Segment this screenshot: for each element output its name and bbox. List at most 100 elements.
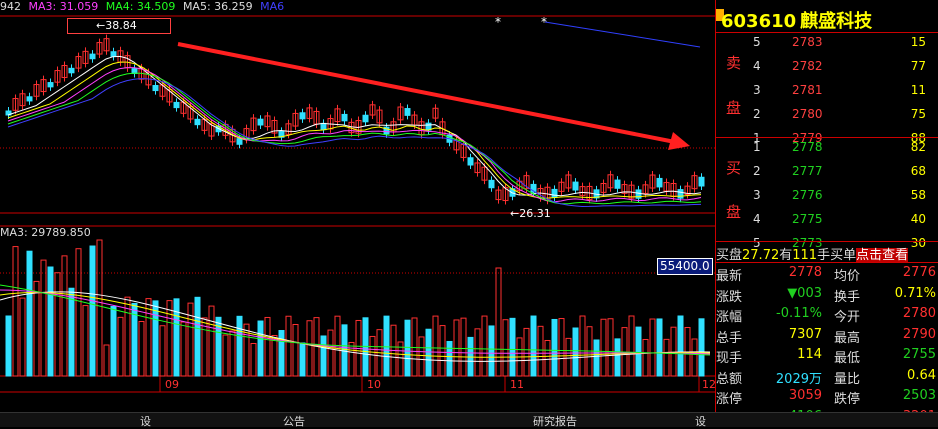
kline-chart[interactable]: * * 942 MA3: 31.059 MA4: 34.509 MA5: 36.2… <box>0 0 716 426</box>
order-price: 2781 <box>792 83 823 97</box>
candle-body <box>656 177 663 188</box>
order-price: 2783 <box>792 35 823 49</box>
candle-body <box>677 189 684 199</box>
ma-indicator-line: 942 MA3: 31.059 MA4: 34.509 MA5: 36.259 … <box>0 0 288 16</box>
high-value: 2790 <box>902 326 936 342</box>
sell-order-row[interactable]: 3 2781 11 <box>716 79 938 102</box>
order-volume: 77 <box>910 59 926 73</box>
chart-canvas: * * <box>0 15 715 393</box>
volume-bar <box>145 298 152 377</box>
volume-bar <box>138 321 145 377</box>
ratio-label: 量比 <box>834 371 861 387</box>
open-value: 2780 <box>902 306 936 321</box>
left-arrow-icon: ← <box>510 207 520 220</box>
volume-bar <box>600 318 607 377</box>
volume-bar <box>278 330 285 377</box>
volume-bar <box>369 335 376 377</box>
total-value: 7307 <box>788 326 822 342</box>
volume-bar <box>271 335 278 377</box>
change-label: 涨跌 <box>716 289 743 305</box>
volume-bar <box>565 337 572 377</box>
order-level: 1 <box>753 140 761 154</box>
volume-bar <box>614 338 621 377</box>
star-icon: * <box>541 15 547 29</box>
settings-tab[interactable]: 设 <box>695 413 706 429</box>
volume-bar <box>558 318 565 377</box>
candle-body <box>341 113 348 122</box>
order-level: 3 <box>753 83 761 97</box>
order-level: 5 <box>753 35 761 49</box>
candle-body <box>488 179 495 189</box>
stock-code: 603610 <box>721 11 797 32</box>
buy-order-row[interactable]: 1 2778 82 <box>716 136 938 159</box>
volume-scale-badge: 55400.0 <box>657 258 713 275</box>
turnover-label: 换手 <box>834 289 861 305</box>
volume-bar <box>40 259 47 377</box>
candle-body <box>110 51 117 57</box>
volume-bar <box>285 315 292 377</box>
volume-bar <box>635 326 642 377</box>
ma4-label: MA4: 34.509 <box>105 0 176 13</box>
sell-order-row[interactable]: 2 2780 75 <box>716 103 938 126</box>
latest-value: 2778 <box>788 265 822 280</box>
volume-bar <box>110 305 117 377</box>
sell-order-row[interactable]: 5 2783 15 <box>716 31 938 54</box>
volume-bar <box>502 319 509 377</box>
volume-bar <box>306 320 313 377</box>
order-volume: 75 <box>910 107 926 121</box>
order-level: 3 <box>753 188 761 202</box>
stock-title: 603610 麒盛科技 <box>721 7 872 33</box>
volume-bar <box>320 335 327 377</box>
candle-body <box>236 138 243 145</box>
candle-body <box>320 122 327 131</box>
buy-order-row[interactable]: 3 2776 58 <box>716 184 938 207</box>
candle-body <box>173 101 180 109</box>
volume-bar <box>250 342 257 377</box>
volume-bar <box>530 315 537 377</box>
divider <box>716 262 938 263</box>
volume-bar <box>103 344 110 377</box>
ratio-value: 0.64 <box>907 367 936 383</box>
divider <box>716 241 938 242</box>
ma-line <box>7 78 702 207</box>
volume-bar <box>537 325 544 377</box>
volume-bar <box>327 329 334 377</box>
candle-body <box>572 181 579 191</box>
total-label: 总手 <box>716 330 743 346</box>
view-big-order-link[interactable]: 点击查看 <box>856 248 909 263</box>
volume-bar <box>663 338 670 377</box>
volume-bar <box>61 255 68 377</box>
buy-order-row[interactable]: 4 2775 40 <box>716 208 938 231</box>
volume-bar <box>572 327 579 377</box>
open-label: 今开 <box>834 310 861 325</box>
limitdown-label: 跌停 <box>834 392 861 407</box>
pct-label: 涨幅 <box>716 310 743 325</box>
low-value: 2755 <box>902 347 936 362</box>
now-value: 114 <box>797 347 822 362</box>
order-price: 2780 <box>792 107 823 121</box>
settings-tab[interactable]: 设 <box>140 413 151 429</box>
limitdown-value: 2503 <box>902 388 936 403</box>
volume-bar <box>68 287 75 377</box>
volume-bar <box>292 323 299 377</box>
buy-order-row[interactable]: 2 2777 68 <box>716 160 938 183</box>
bottom-tab-bar: 设 公告 研究报告 设 <box>0 412 938 429</box>
tab-announcements[interactable]: 公告 <box>283 413 305 429</box>
order-volume: 15 <box>910 35 926 49</box>
sell-order-row[interactable]: 4 2782 77 <box>716 55 938 78</box>
limitup-value: 3059 <box>788 388 822 403</box>
latest-label: 最新 <box>716 269 743 284</box>
volume-bar <box>12 246 19 377</box>
tab-research-reports[interactable]: 研究报告 <box>533 413 577 429</box>
quote-panel: 603610 麒盛科技 卖 盘 5 2783 15 4 2782 77 3 2781 11 2 278… <box>715 0 938 428</box>
ma6-line <box>544 21 701 48</box>
high-price-label: ←38.84 <box>96 19 137 32</box>
low-price-label: ←26.31 <box>510 207 551 220</box>
volume-bar <box>460 317 467 377</box>
volume-bar <box>523 327 530 377</box>
low-label: 最低 <box>834 351 861 366</box>
volume-bar <box>89 245 96 377</box>
volume-bar <box>481 315 488 377</box>
volume-bar <box>208 305 215 377</box>
volume-bar <box>677 315 684 377</box>
